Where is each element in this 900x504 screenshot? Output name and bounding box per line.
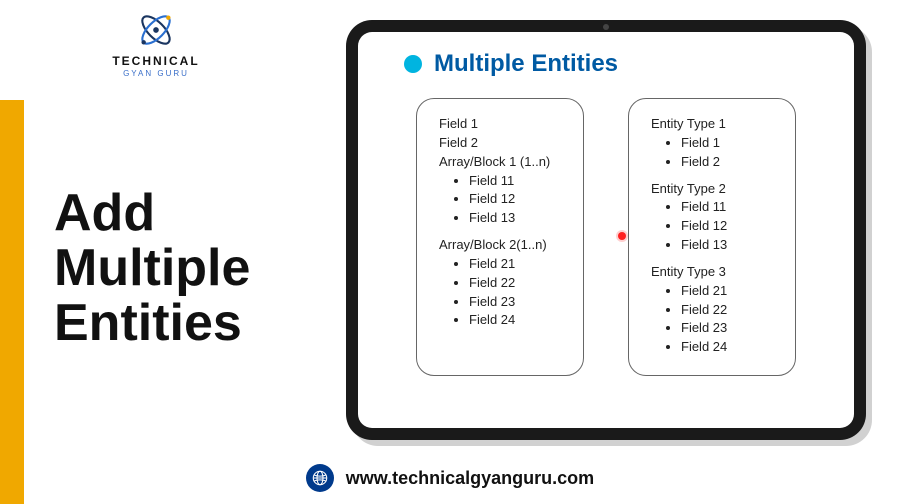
list-item: Field 24 xyxy=(681,338,773,357)
entity-type-label: Entity Type 1 xyxy=(651,115,773,134)
list-item: Field 12 xyxy=(469,190,561,209)
tablet-device: Multiple Entities Field 1 Field 2 Array/… xyxy=(346,20,866,440)
slide-title-row: Multiple Entities xyxy=(404,50,826,78)
list-item: Field 11 xyxy=(681,198,773,217)
page-heading: Add Multiple Entities xyxy=(54,186,250,351)
list-item: Field 1 xyxy=(681,134,773,153)
block-label: Array/Block 1 (1..n) xyxy=(439,153,561,172)
list-item: Field 13 xyxy=(681,236,773,255)
field-list: Field 1 Field 2 xyxy=(681,134,773,172)
laser-pointer-icon xyxy=(618,232,626,240)
field-list: Field 21 Field 22 Field 23 Field 24 xyxy=(681,282,773,357)
list-item: Field 21 xyxy=(469,255,561,274)
brand-logo: TECHNICAL GYAN GURU xyxy=(96,8,216,78)
list-item: Field 23 xyxy=(469,293,561,312)
slide-title: Multiple Entities xyxy=(434,50,618,78)
logo-text-sub: GYAN GURU xyxy=(96,69,216,78)
footer: www.technicalgyanguru.com xyxy=(0,464,900,492)
field-list: Field 11 Field 12 Field 13 xyxy=(469,172,561,229)
entity-box-left: Field 1 Field 2 Array/Block 1 (1..n) Fie… xyxy=(416,98,584,376)
field-label: Field 1 xyxy=(439,115,561,134)
heading-line-2: Multiple xyxy=(54,241,250,296)
tablet-screen: Multiple Entities Field 1 Field 2 Array/… xyxy=(358,32,854,428)
list-item: Field 24 xyxy=(469,311,561,330)
list-item: Field 13 xyxy=(469,209,561,228)
tablet-camera xyxy=(603,24,609,30)
bullet-icon xyxy=(404,55,422,73)
list-item: Field 23 xyxy=(681,319,773,338)
heading-line-1: Add xyxy=(54,186,250,241)
field-label: Field 2 xyxy=(439,134,561,153)
accent-bar xyxy=(0,100,24,504)
field-list: Field 11 Field 12 Field 13 xyxy=(681,198,773,255)
list-item: Field 22 xyxy=(469,274,561,293)
globe-icon xyxy=(306,464,334,492)
list-item: Field 22 xyxy=(681,301,773,320)
entity-type-label: Entity Type 2 xyxy=(651,180,773,199)
field-list: Field 21 Field 22 Field 23 Field 24 xyxy=(469,255,561,330)
footer-url: www.technicalgyanguru.com xyxy=(346,468,594,489)
logo-text-main: TECHNICAL xyxy=(96,54,216,68)
list-item: Field 12 xyxy=(681,217,773,236)
entity-box-right: Entity Type 1 Field 1 Field 2 Entity Typ… xyxy=(628,98,796,376)
list-item: Field 11 xyxy=(469,172,561,191)
block-label: Array/Block 2(1..n) xyxy=(439,236,561,255)
entity-type-label: Entity Type 3 xyxy=(651,263,773,282)
logo-atom-icon xyxy=(134,8,178,52)
list-item: Field 2 xyxy=(681,153,773,172)
entity-boxes-container: Field 1 Field 2 Array/Block 1 (1..n) Fie… xyxy=(386,98,826,376)
heading-line-3: Entities xyxy=(54,296,250,351)
list-item: Field 21 xyxy=(681,282,773,301)
